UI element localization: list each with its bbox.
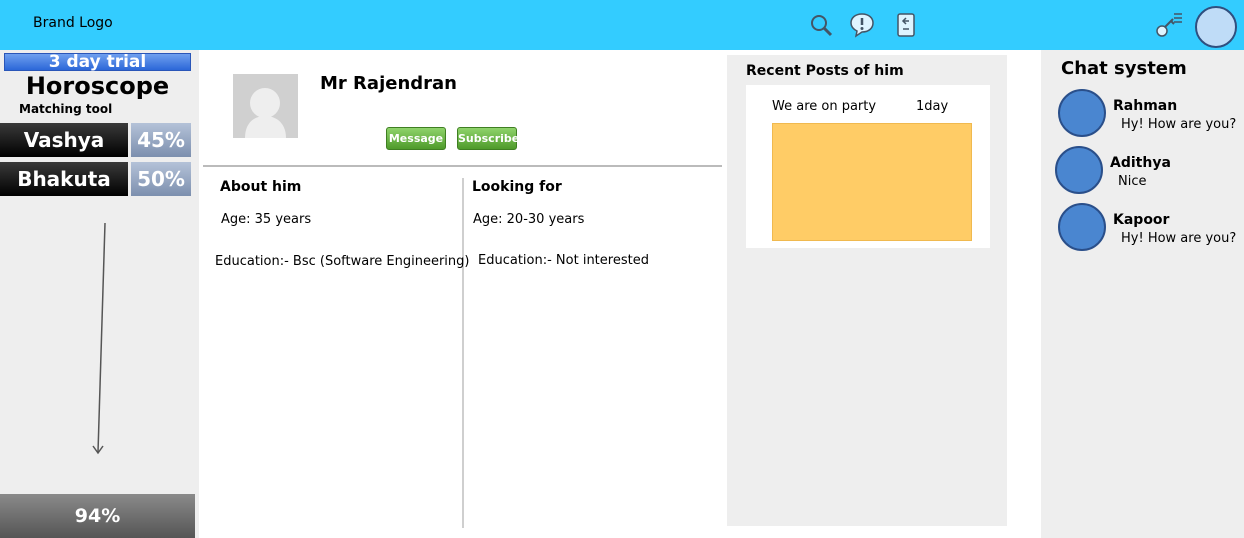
share-icon[interactable]: [892, 11, 920, 39]
about-age: Age: 35 years: [221, 212, 312, 227]
chat-message: Hy! How are you?: [1121, 117, 1237, 132]
post-card[interactable]: We are on party 1day: [746, 85, 990, 248]
chat-message: Nice: [1118, 174, 1147, 189]
user-avatar[interactable]: [1195, 6, 1237, 48]
match-name: Bhakuta: [0, 162, 128, 196]
brand-logo[interactable]: Brand Logo: [33, 15, 113, 31]
divider: [203, 165, 722, 167]
chat-panel: Chat system Rahman Hy! How are you? Adit…: [1041, 50, 1244, 538]
post-image[interactable]: [772, 123, 972, 241]
post-text: We are on party: [772, 99, 877, 114]
subscribe-button[interactable]: Subscribe: [457, 127, 519, 150]
chat-name[interactable]: Rahman: [1113, 98, 1177, 114]
looking-education: Education:- Not interested: [478, 253, 649, 268]
settings-icon[interactable]: [1154, 11, 1184, 39]
chat-avatar[interactable]: [1058, 203, 1106, 251]
about-title: About him: [220, 179, 302, 195]
chat-avatar[interactable]: [1055, 146, 1103, 194]
chat-message: Hy! How are you?: [1121, 231, 1237, 246]
post-time: 1day: [916, 99, 949, 114]
match-name: Vashya: [0, 123, 128, 157]
chat-name[interactable]: Adithya: [1110, 155, 1171, 171]
looking-age: Age: 20-30 years: [473, 212, 585, 227]
match-percent: 50%: [131, 162, 191, 196]
about-education: Education:- Bsc (Software Engineering): [215, 254, 470, 269]
profile-photo[interactable]: [233, 74, 298, 138]
search-icon[interactable]: [807, 11, 835, 39]
horoscope-sidebar: 3 day trial Horoscope Matching tool Vash…: [0, 50, 199, 538]
chat-title: Chat system: [1061, 58, 1187, 79]
recent-posts-panel: Recent Posts of him We are on party 1day: [727, 55, 1007, 526]
arrow-down-icon: [92, 222, 106, 455]
top-bar: Brand Logo: [0, 0, 1244, 50]
trial-badge[interactable]: 3 day trial: [4, 53, 191, 71]
person-placeholder-icon: [233, 74, 298, 138]
message-button[interactable]: Message: [386, 127, 446, 150]
chat-name[interactable]: Kapoor: [1113, 212, 1169, 228]
column-divider: [462, 178, 464, 528]
alert-icon[interactable]: [848, 11, 876, 39]
posts-title: Recent Posts of him: [746, 63, 904, 79]
total-match-percent: 94%: [0, 494, 195, 538]
chat-avatar[interactable]: [1058, 89, 1106, 137]
matching-subtitle: Matching tool: [19, 102, 113, 116]
horoscope-title: Horoscope: [25, 72, 170, 100]
looking-title: Looking for: [472, 179, 562, 195]
profile-name: Mr Rajendran: [320, 73, 457, 94]
match-percent: 45%: [131, 123, 191, 157]
